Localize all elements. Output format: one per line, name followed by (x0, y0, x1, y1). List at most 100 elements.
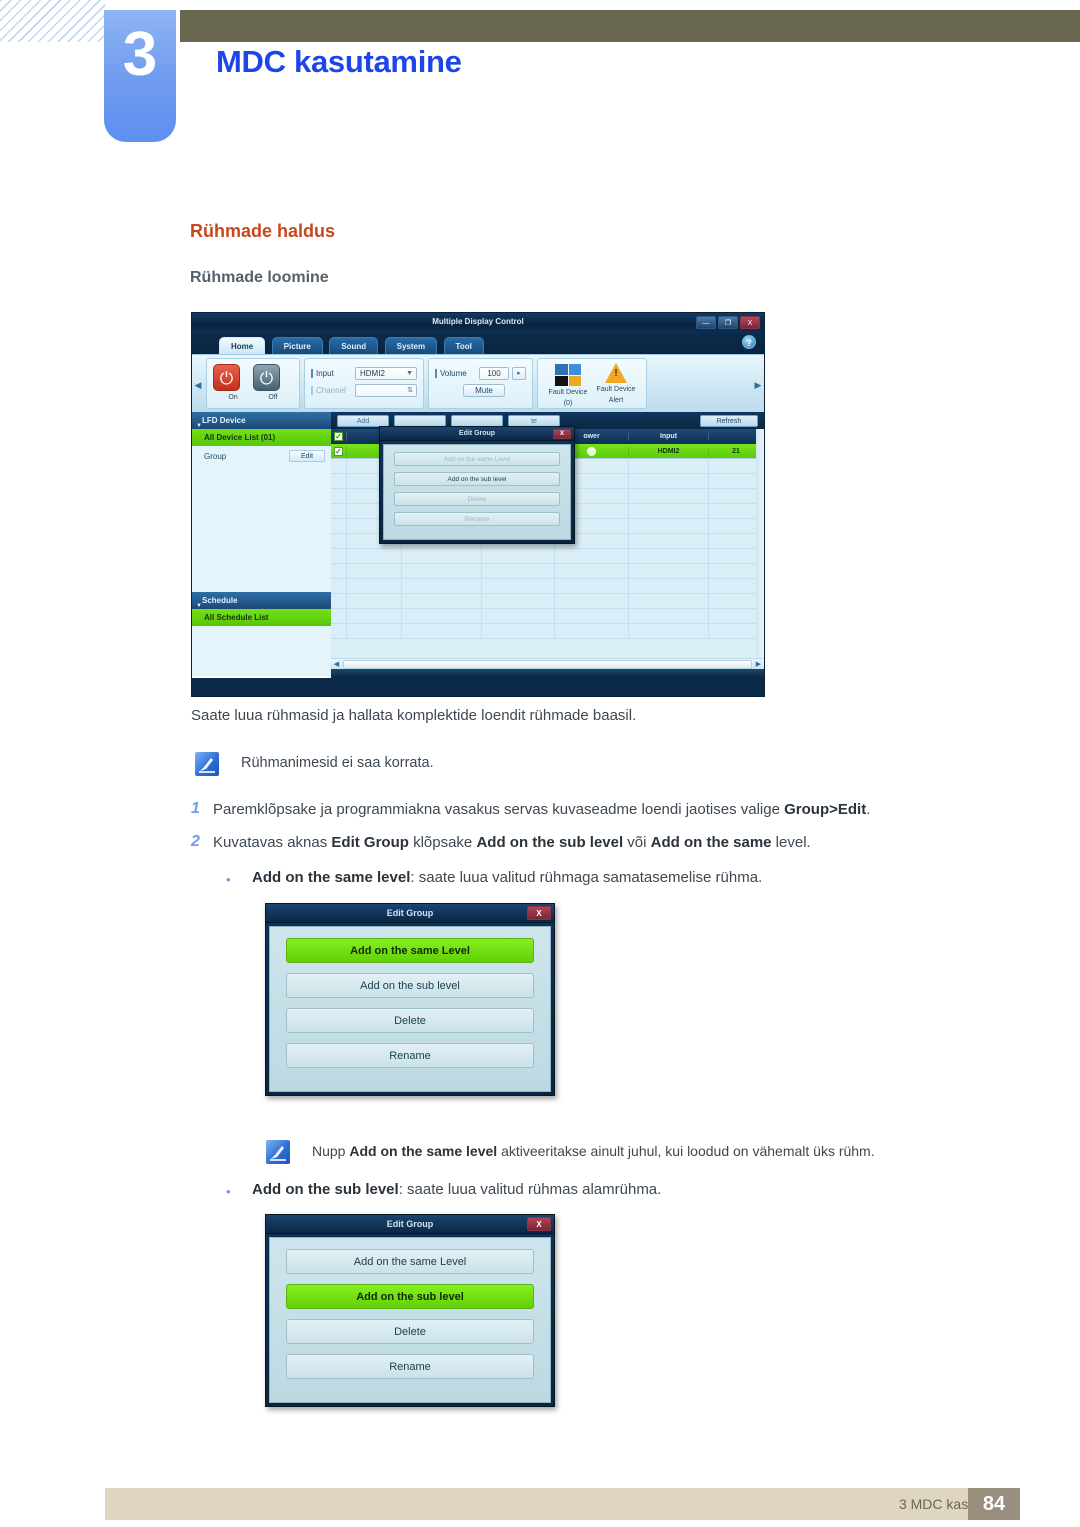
window-controls: — ❐ X (696, 316, 760, 329)
close-icon[interactable]: X (553, 429, 571, 439)
sidebar-item-all-device-list[interactable]: All Device List (01) (192, 429, 331, 446)
add-button[interactable]: Add (337, 414, 389, 427)
add-on-same-level-button[interactable]: Add on the same Level (286, 938, 534, 963)
chevron-down-icon: ▼ (196, 423, 202, 429)
scroll-left-icon[interactable]: ◀ (331, 660, 342, 668)
delete-button[interactable]: Delete (286, 1319, 534, 1344)
channel-spinner[interactable]: ⇅ (355, 384, 417, 397)
refresh-button[interactable]: Refresh (700, 414, 758, 427)
mdc-sidebar: ▼ LFD Device All Device List (01) Group … (192, 412, 331, 678)
mdc-window-title: Multiple Display Control (432, 317, 524, 326)
rename-button[interactable]: Rename (286, 1043, 534, 1068)
rename-button[interactable]: Rename (286, 1354, 534, 1379)
sidebar-item-all-schedule-list[interactable]: All Schedule List (192, 609, 331, 626)
grid-col-input[interactable]: Input (629, 433, 709, 440)
mdc-title-bar: Multiple Display Control — ❐ X (192, 313, 764, 333)
power-on-cell[interactable]: ⏻ On (213, 362, 253, 401)
mdc-tab-bar: Home Picture Sound System Tool ? (192, 333, 764, 354)
add-on-sub-level-button[interactable]: Add on the sub level (286, 973, 534, 998)
tab-picture[interactable]: Picture (271, 337, 323, 354)
delete-button[interactable]: Delete (286, 1008, 534, 1033)
power-on-icon[interactable]: ⏻ (213, 364, 240, 391)
step-2-number: 2 (191, 833, 200, 850)
maximize-icon[interactable]: ❐ (718, 316, 738, 329)
row-checkbox[interactable]: ✓ (331, 446, 347, 456)
dialog-same-body: Add on the same Level Add on the sub lev… (269, 926, 551, 1092)
rename-button[interactable]: Rename (394, 512, 560, 526)
bullet-1-bold: Add on the same level (252, 869, 411, 886)
fault-alert-label2: Alert (608, 397, 624, 404)
bullet-2-text: Add on the sub level: saate luua valitud… (252, 1181, 661, 1198)
tab-home[interactable]: Home (219, 337, 266, 354)
sidebar-section-schedule[interactable]: ▼ Schedule (192, 592, 331, 609)
minimize-icon[interactable]: — (696, 316, 716, 329)
delete-button[interactable]: Delete (394, 492, 560, 506)
row-input-cell: HDMI2 (629, 447, 709, 455)
mdc-ribbon: ◀ ▶ ⏻ On ⏻ Off Input HDMI2 ▼ Channel ⇅ V… (192, 354, 764, 412)
fault-device-cell[interactable]: Fault Device (0) (544, 362, 592, 408)
ribbon-scroll-left-icon[interactable]: ◀ (194, 379, 202, 391)
volume-label: Volume (435, 369, 479, 378)
dialog-sub-body: Add on the same Level Add on the sub lev… (269, 1237, 551, 1403)
ribbon-scroll-right-icon[interactable]: ▶ (754, 379, 762, 391)
power-off-icon[interactable]: ⏻ (253, 364, 280, 391)
volume-stepper-icon[interactable]: ▸ (512, 367, 526, 380)
tab-tool[interactable]: Tool (443, 337, 484, 354)
chevron-down-icon: ▼ (196, 603, 202, 609)
edit-group-dialog-same-level: Edit Group X Add on the same Level Add o… (265, 903, 555, 1096)
grid-empty-row (331, 564, 764, 579)
note-2-bold: Add on the same level (349, 1143, 498, 1159)
step-2-text: Kuvatavas aknas Edit Group klõpsake Add … (213, 833, 811, 853)
scrollbar-thumb[interactable] (343, 659, 752, 669)
note-2-text-after: aktiveeritakse ainult juhul, kui loodud … (497, 1143, 875, 1159)
step-1-text-after: . (866, 801, 871, 818)
sidebar-section-lfd-device[interactable]: ▼ LFD Device (192, 412, 331, 429)
grid-empty-row (331, 594, 764, 609)
close-icon[interactable]: X (527, 1217, 551, 1231)
delete-button[interactable]: te (508, 414, 560, 427)
step-2-text-3: või (623, 834, 651, 851)
step-2-text-2: klõpsake (408, 834, 477, 851)
mdc-application-screenshot: Multiple Display Control — ❐ X Home Pict… (191, 312, 765, 697)
close-icon[interactable]: X (527, 906, 551, 920)
subsection-heading: Rühmade loomine (190, 269, 329, 286)
help-icon[interactable]: ? (742, 335, 756, 349)
channel-field-row: Channel ⇅ (311, 384, 417, 397)
close-icon[interactable]: X (740, 316, 760, 329)
power-on-label: On (228, 394, 238, 401)
step-2-text-4: level. (771, 834, 811, 851)
power-off-cell[interactable]: ⏻ Off (253, 362, 293, 401)
sidebar-lfd-label: LFD Device (202, 416, 246, 425)
select-all-checkbox[interactable]: ✓ (331, 432, 347, 441)
tab-sound[interactable]: Sound (329, 337, 379, 354)
power-off-label: Off (268, 394, 278, 401)
edit-group-dialog-sub-level: Edit Group X Add on the same Level Add o… (265, 1214, 555, 1407)
toolbar-button-2[interactable] (394, 414, 446, 427)
step-2-bold-2: Add on the sub level (476, 834, 624, 851)
step-2-text-1: Kuvatavas aknas (213, 834, 332, 851)
step-1: 1 Paremklõpsake ja programmiakna vasakus… (191, 800, 870, 820)
group-edit-button[interactable]: Edit (289, 450, 325, 462)
fault-alert-cell[interactable]: Fault Device Alert (592, 362, 640, 405)
bullet-2-rest: : saate luua valitud rühmas alamrühma. (398, 1181, 662, 1198)
note-1-text: Rühmanimesid ei saa korrata. (241, 755, 434, 771)
add-on-same-level-button[interactable]: Add on the same Level (394, 452, 560, 466)
toolbar-button-3[interactable] (451, 414, 503, 427)
horizontal-scrollbar[interactable]: ◀ ▶ (331, 658, 764, 669)
add-on-same-level-button[interactable]: Add on the same Level (286, 1249, 534, 1274)
document-page: 3 MDC kasutamine Rühmade haldus Rühmade … (0, 0, 1080, 1527)
volume-value[interactable]: 100 (479, 367, 509, 380)
sidebar-item-group[interactable]: Group Edit (192, 446, 331, 466)
add-on-sub-level-button[interactable]: Add on the sub level (286, 1284, 534, 1309)
note-2-text: Nupp Add on the same level aktiveeritaks… (312, 1142, 875, 1161)
dialog-sub-title-bar: Edit Group X (266, 1215, 554, 1234)
scroll-right-icon[interactable]: ▶ (753, 660, 764, 668)
add-on-sub-level-button[interactable]: Add on the sub level (394, 472, 560, 486)
input-select[interactable]: HDMI2 ▼ (355, 367, 417, 380)
mute-button[interactable]: Mute (463, 384, 505, 397)
sidebar-empty-area-2 (192, 626, 331, 676)
tab-system[interactable]: System (384, 337, 438, 354)
inline-dialog-title: Edit Group (458, 430, 496, 437)
volume-field-row: Volume 100 ▸ (435, 367, 526, 380)
vertical-scrollbar[interactable] (756, 429, 764, 658)
